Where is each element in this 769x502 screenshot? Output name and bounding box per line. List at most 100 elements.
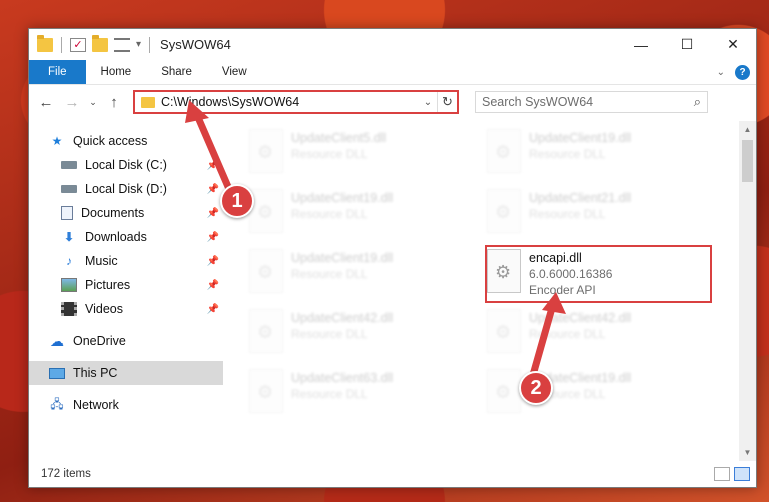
sidebar-item-onedrive[interactable]: ☁ OneDrive <box>29 329 223 353</box>
dll-file-icon <box>487 189 521 233</box>
dll-file-icon <box>249 369 283 413</box>
file-description: Resource DLL <box>291 207 368 221</box>
file-item[interactable]: UpdateClient42.dll Resource DLL <box>249 309 449 365</box>
window-controls: — ☐ ✕ <box>618 29 756 60</box>
tab-home[interactable]: Home <box>86 60 147 84</box>
recent-locations-icon[interactable]: ⌄ <box>87 97 99 108</box>
file-item[interactable]: UpdateClient19.dllResource DLL <box>487 129 687 185</box>
file-item[interactable]: UpdateClient21.dll Resource DLL <box>487 189 687 245</box>
pin-icon[interactable]: 📌 <box>205 280 221 291</box>
file-description: Resource DLL <box>291 327 368 341</box>
file-item[interactable]: UpdateClient42.dll Resource DLL <box>487 309 687 365</box>
file-name: UpdateClient19.dll <box>291 191 394 205</box>
drive-icon <box>61 185 77 193</box>
cloud-icon: ☁ <box>50 332 64 349</box>
file-item[interactable]: UpdateClient63.dll Resource DLL <box>249 369 449 425</box>
file-list: UpdateClient5.dll Resource DLL UpdateClie… <box>223 121 739 461</box>
file-name: UpdateClient42.dll <box>529 311 632 325</box>
file-description: Resource DLL <box>529 327 606 341</box>
sidebar-item-local-disk-d[interactable]: Local Disk (D:) 📌 <box>29 177 223 201</box>
folder-icon <box>37 34 53 52</box>
search-icon[interactable]: ⌕ <box>694 94 701 110</box>
file-name: UpdateClient63.dll <box>291 371 394 385</box>
file-item[interactable]: UpdateClient5.dll Resource DLL <box>249 129 449 185</box>
status-bar: 172 items <box>29 461 756 487</box>
help-icon[interactable]: ? <box>735 64 750 80</box>
toolbar-divider <box>149 36 151 53</box>
navigation-pane: ★ Quick access Local Disk (C:) 📌 Local D… <box>29 121 223 461</box>
forward-icon[interactable]: → <box>61 94 83 111</box>
details-view-icon[interactable] <box>714 467 730 481</box>
file-description: Resource DLL <box>291 387 368 401</box>
pin-icon[interactable]: 📌 <box>205 232 221 243</box>
sidebar-item-this-pc[interactable]: This PC <box>29 361 223 385</box>
sidebar-item-quick-access[interactable]: ★ Quick access <box>29 129 223 153</box>
sidebar-item-music[interactable]: ♪ Music 📌 <box>29 249 223 273</box>
pin-icon[interactable]: 📌 <box>205 184 221 195</box>
pin-icon[interactable]: 📌 <box>205 256 221 267</box>
step-1-badge: 1 <box>220 184 254 218</box>
search-placeholder: Search SysWOW64 <box>482 95 594 109</box>
documents-icon <box>61 206 73 220</box>
vertical-scrollbar[interactable]: ▲ ▼ <box>739 121 756 461</box>
music-icon: ♪ <box>66 254 72 268</box>
sidebar-item-label: Network <box>73 398 119 412</box>
dll-file-icon <box>249 189 283 233</box>
scroll-up-icon[interactable]: ▲ <box>739 121 756 138</box>
search-input[interactable]: Search SysWOW64 ⌕ <box>475 91 708 113</box>
address-path[interactable]: C:\Windows\SysWOW64 <box>161 95 419 109</box>
pin-icon[interactable]: 📌 <box>205 208 221 219</box>
dll-file-icon <box>487 129 521 173</box>
ribbon-right: ⌄ ? <box>717 60 756 84</box>
customize-icon[interactable] <box>114 37 130 52</box>
tab-share[interactable]: Share <box>146 60 207 84</box>
folder-icon <box>141 96 155 108</box>
content-area: ★ Quick access Local Disk (C:) 📌 Local D… <box>29 121 756 461</box>
toolbar-divider <box>61 36 62 53</box>
close-button[interactable]: ✕ <box>710 29 756 60</box>
file-item[interactable]: UpdateClient19.dll Resource DLL <box>249 189 449 245</box>
sidebar-item-label: This PC <box>73 366 118 380</box>
address-bar[interactable]: C:\Windows\SysWOW64 ⌄ ↻ <box>133 90 459 114</box>
minimize-button[interactable]: — <box>618 29 664 60</box>
sidebar-item-videos[interactable]: Videos 📌 <box>29 297 223 321</box>
ribbon: File Home Share View ⌄ ? <box>29 60 756 85</box>
scroll-thumb[interactable] <box>742 140 753 182</box>
file-item[interactable]: UpdateClient19.dllResource DLL <box>487 369 687 425</box>
pin-icon[interactable]: 📌 <box>205 304 221 315</box>
window-title: SysWOW64 <box>160 37 231 52</box>
item-count: 172 items <box>41 468 91 480</box>
sidebar-item-pictures[interactable]: Pictures 📌 <box>29 273 223 297</box>
tab-file[interactable]: File <box>29 60 86 84</box>
expand-ribbon-icon[interactable]: ⌄ <box>717 67 725 78</box>
drive-icon <box>61 161 77 169</box>
tab-view[interactable]: View <box>207 60 262 84</box>
dll-file-icon <box>249 309 283 353</box>
chevron-down-icon[interactable]: ▾ <box>136 39 141 50</box>
new-folder-icon[interactable] <box>92 34 108 52</box>
maximize-button[interactable]: ☐ <box>664 29 710 60</box>
sidebar-item-downloads[interactable]: ⬇ Downloads 📌 <box>29 225 223 249</box>
file-item[interactable]: UpdateClient19.dllResource DLL <box>249 249 449 305</box>
sidebar-item-label: Quick access <box>73 134 148 148</box>
sidebar-item-local-disk-c[interactable]: Local Disk (C:) 📌 <box>29 153 223 177</box>
scroll-down-icon[interactable]: ▼ <box>739 444 756 461</box>
file-name: UpdateClient42.dll <box>291 311 394 325</box>
file-name: UpdateClient19.dll <box>291 251 394 265</box>
sidebar-item-label: OneDrive <box>73 334 126 348</box>
up-icon[interactable]: ↑ <box>103 94 125 111</box>
sidebar-item-label: Local Disk (C:) <box>85 158 167 172</box>
chevron-down-icon[interactable]: ⌄ <box>419 97 437 108</box>
sidebar-item-documents[interactable]: Documents 📌 <box>29 201 223 225</box>
sidebar-item-network[interactable]: 🖧 Network <box>29 393 223 417</box>
dll-file-icon <box>487 309 521 353</box>
refresh-icon[interactable]: ↻ <box>437 92 457 112</box>
pin-icon[interactable]: 📌 <box>205 160 221 171</box>
file-name: UpdateClient21.dll <box>529 191 632 205</box>
sidebar-item-label: Downloads <box>85 230 147 244</box>
back-icon[interactable]: ← <box>35 94 57 111</box>
star-icon: ★ <box>51 134 63 148</box>
quick-access-toolbar: ✓ ▾ <box>29 34 152 53</box>
large-icons-view-icon[interactable] <box>734 467 750 481</box>
properties-check-icon[interactable]: ✓ <box>70 37 86 52</box>
